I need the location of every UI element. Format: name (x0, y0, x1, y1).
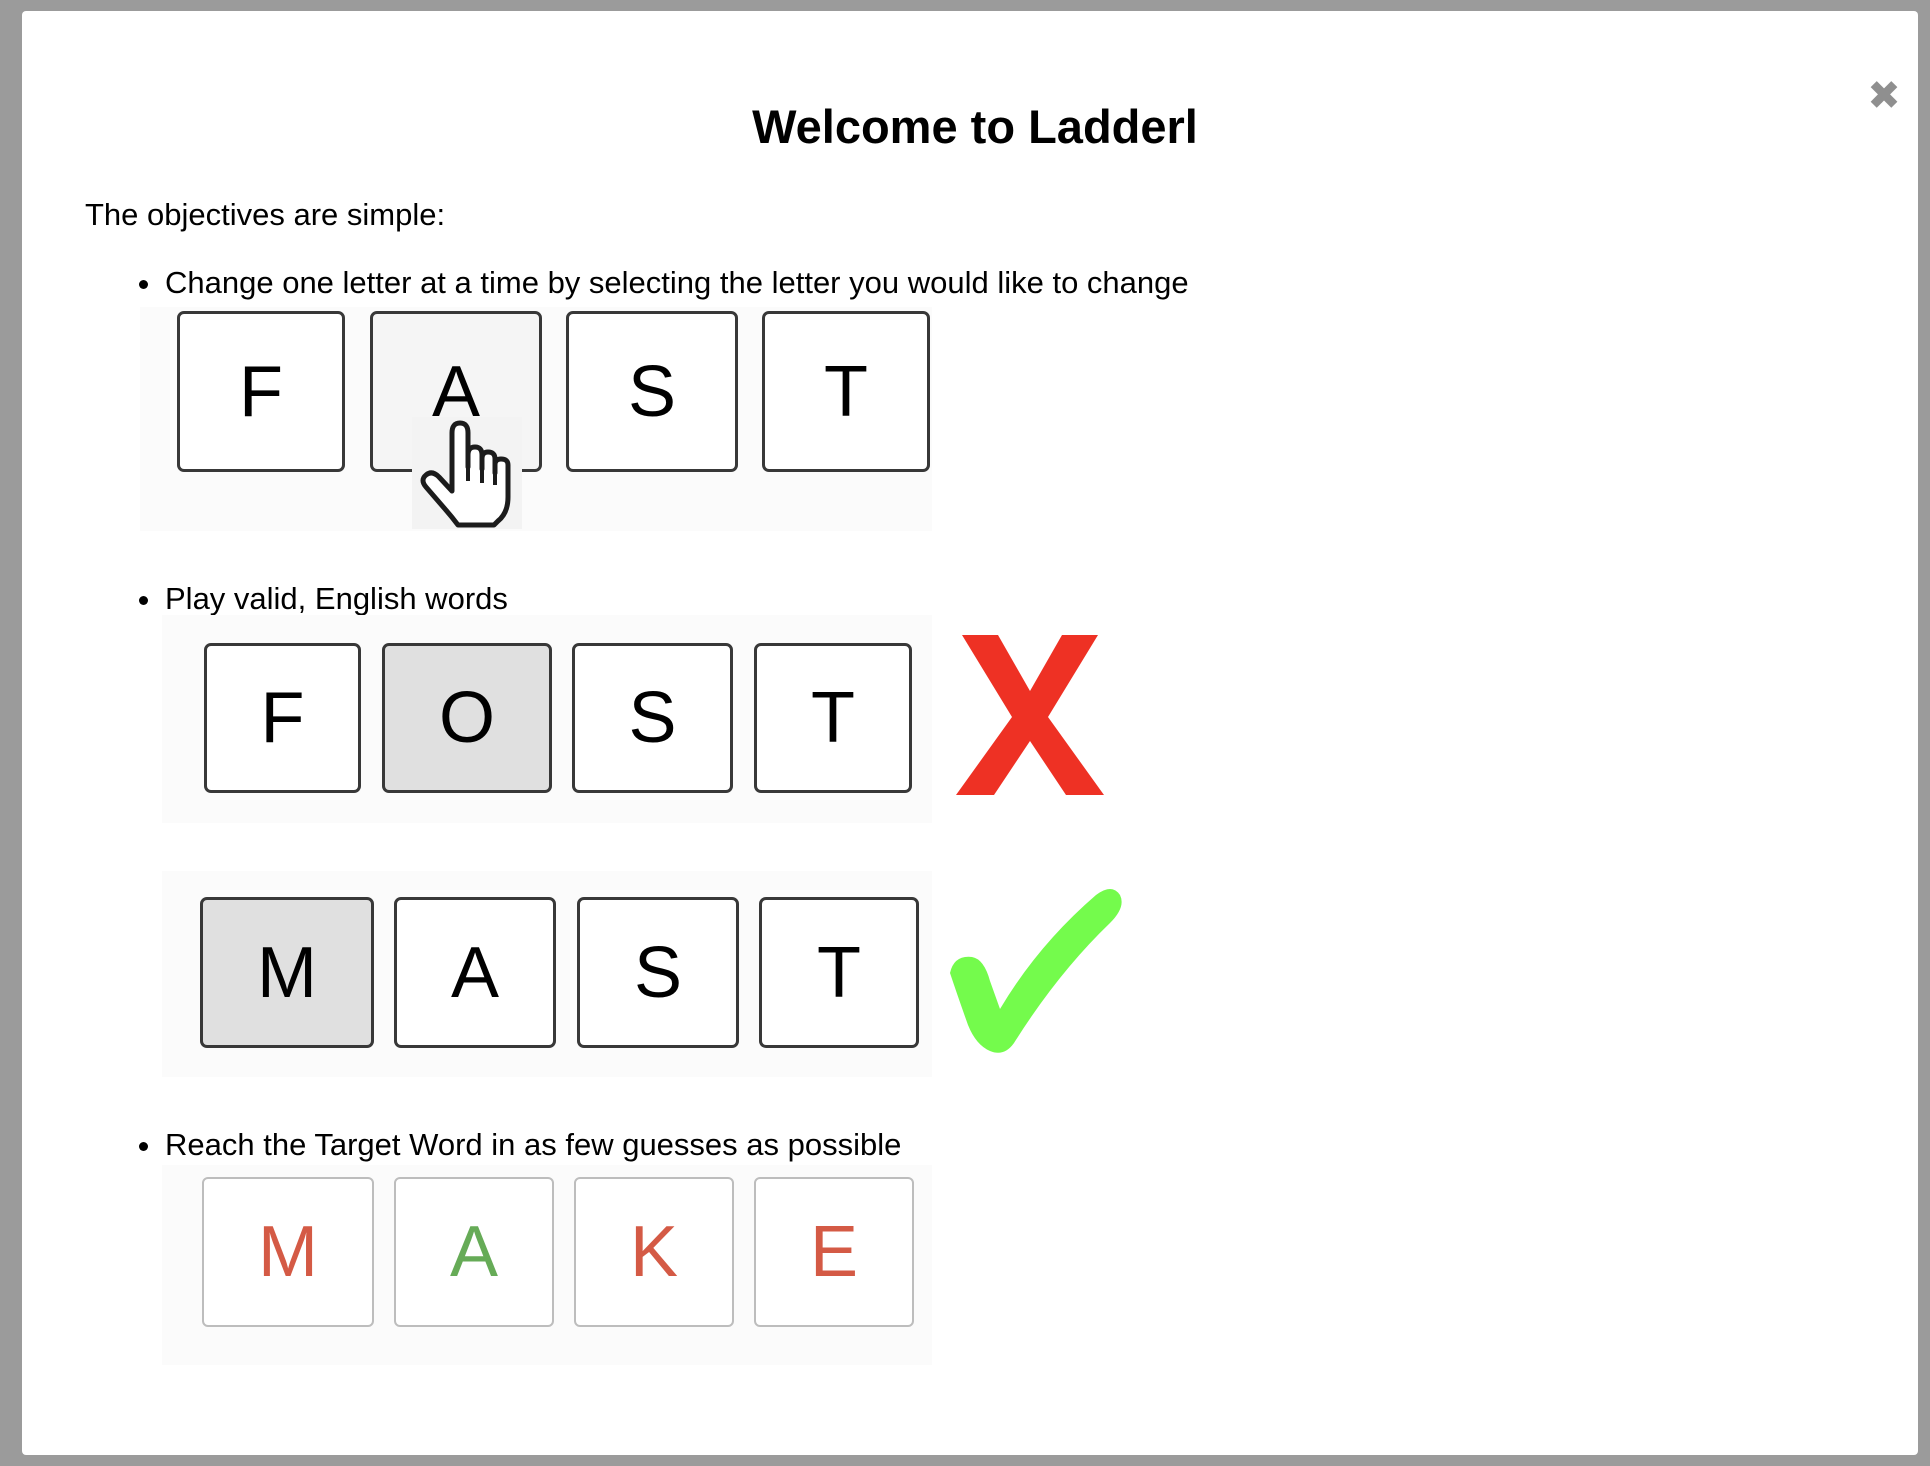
intro-text: The objectives are simple: (85, 197, 446, 232)
letter-tile-changed[interactable]: O (382, 643, 552, 793)
target-letter-tile: A (394, 1177, 554, 1327)
letter-tile[interactable]: T (759, 897, 919, 1048)
letter-tile-changed[interactable]: M (200, 897, 374, 1048)
letter-tile[interactable]: T (754, 643, 912, 793)
red-x-icon (956, 635, 1104, 795)
select-letter-example: F A S T (140, 307, 932, 531)
letter-tile[interactable]: T (762, 311, 930, 472)
welcome-dialog: ✖ Welcome to Ladderl The objectives are … (22, 11, 1918, 1455)
target-letter-tile: E (754, 1177, 914, 1327)
rule-item: Play valid, English words (139, 581, 508, 616)
rule-item: Change one letter at a time by selecting… (139, 265, 1189, 300)
letter-tile[interactable]: S (566, 311, 738, 472)
green-check-icon (950, 889, 1122, 1053)
target-letter-tile: K (574, 1177, 734, 1327)
letter-tile[interactable]: S (572, 643, 733, 793)
dialog-title: Welcome to Ladderl (752, 100, 1198, 153)
rule-item: Reach the Target Word in as few guesses … (138, 1127, 902, 1162)
valid-word-example: M A S T (162, 871, 932, 1077)
target-word-example: M A K E (162, 1165, 932, 1365)
letter-tile[interactable]: S (577, 897, 739, 1048)
letter-tile[interactable]: F (177, 311, 345, 472)
target-letter-tile: M (202, 1177, 374, 1327)
hand-pointer-icon (412, 417, 522, 529)
invalid-word-example: F O S T (162, 615, 932, 823)
letter-tile[interactable]: A (394, 897, 556, 1048)
letter-tile[interactable]: F (204, 643, 361, 793)
